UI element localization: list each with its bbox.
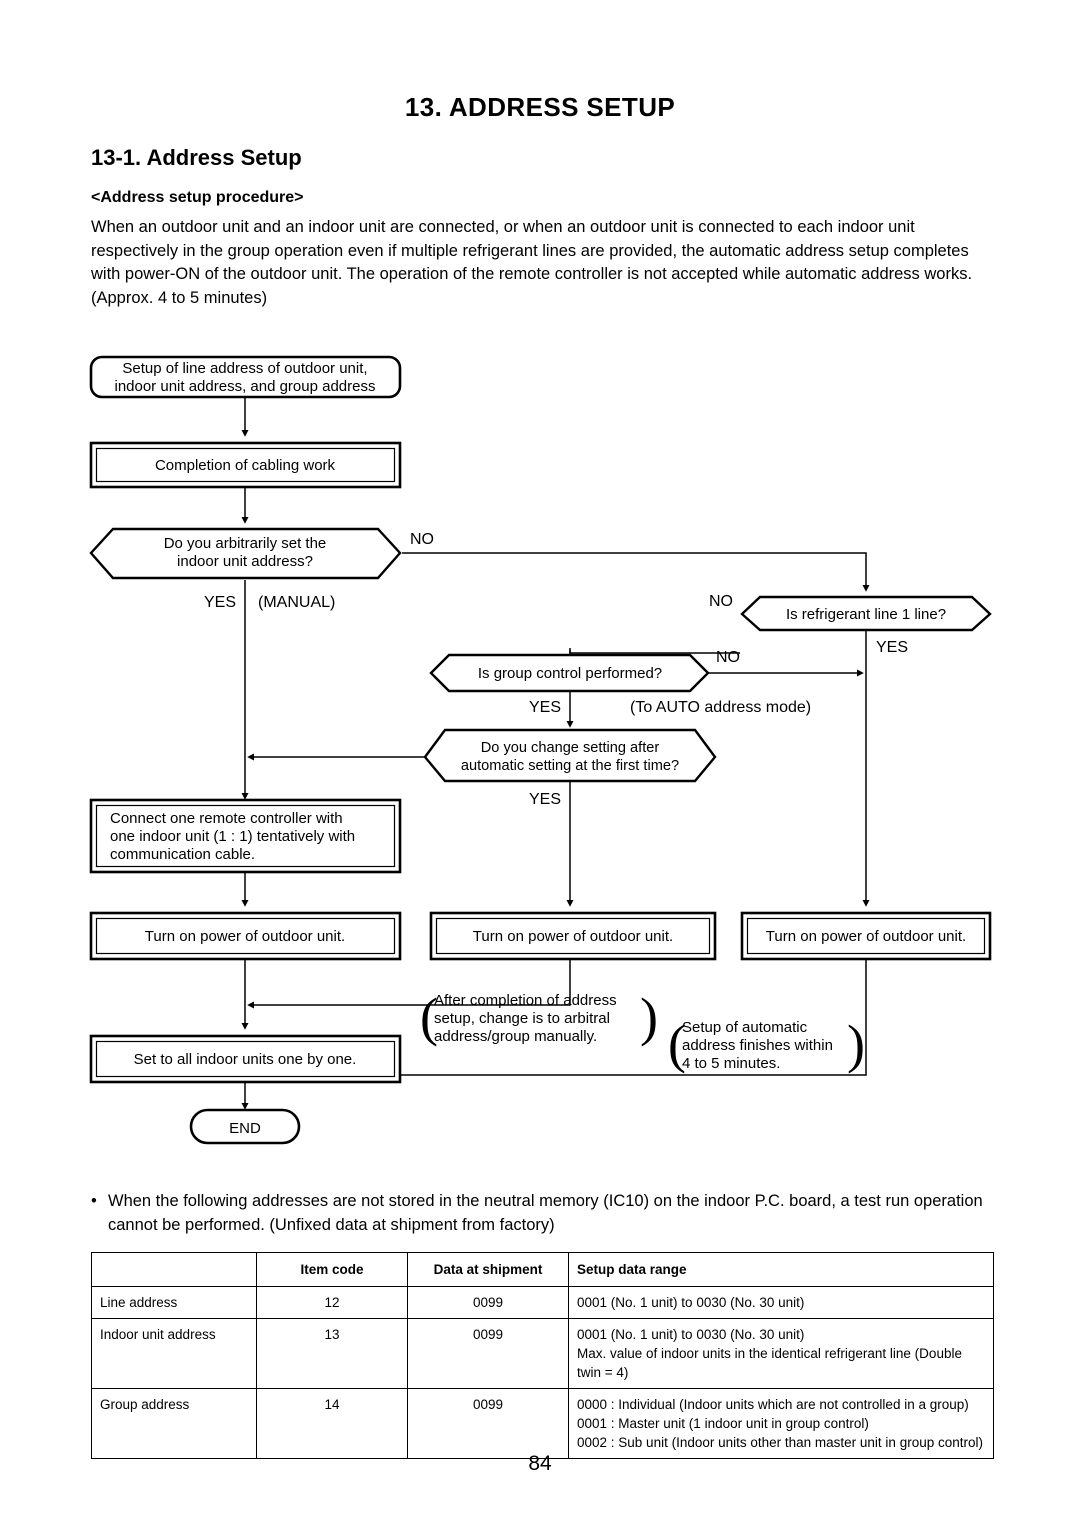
row-data-at-shipment: 0099 — [407, 1318, 569, 1389]
edge-label-group-yes: YES — [529, 699, 561, 716]
table-header-item-code: Item code — [256, 1252, 408, 1287]
edge-label-auto-mode: (To AUTO address mode) — [630, 699, 811, 716]
table-row: Group address 14 0099 0000 : Individual … — [91, 1388, 994, 1459]
footnote-text: When the following addresses are not sto… — [108, 1192, 983, 1234]
table-header-row: Item code Data at shipment Setup data ra… — [91, 1252, 994, 1287]
annotation-manual-line3: address/group manually. — [434, 1028, 597, 1045]
edge-label-refrigerant-no: NO — [709, 593, 733, 610]
range-line: 0001 (No. 1 unit) to 0030 (No. 30 unit) — [577, 1295, 805, 1310]
row-data-at-shipment: 0099 — [407, 1388, 569, 1459]
row-setup-data-range: 0001 (No. 1 unit) to 0030 (No. 30 unit) — [568, 1286, 994, 1319]
row-label: Indoor unit address — [91, 1318, 257, 1389]
flow-node-connect-remote-controller: Connect one remote controller with one i… — [89, 798, 402, 874]
flow-node-power-mid: Turn on power of outdoor unit. — [429, 911, 717, 961]
flow-node-arbitrary-line1: Do you arbitrarily set the — [164, 535, 327, 552]
flow-node-end: END — [189, 1108, 301, 1145]
document-page: 13. ADDRESS SETUP 13-1. Address Setup <A… — [0, 0, 1080, 1525]
intro-paragraph: When an outdoor unit and an indoor unit … — [91, 218, 973, 307]
edge-label-change-yes: YES — [529, 791, 561, 808]
flow-node-set-all-label: Set to all indoor units one by one. — [134, 1051, 357, 1068]
edge-arbitrary-no — [402, 552, 870, 592]
flow-node-power-right: Turn on power of outdoor unit. — [740, 911, 992, 961]
row-label: Group address — [91, 1388, 257, 1459]
flow-node-cabling: Completion of cabling work — [89, 441, 402, 489]
range-line: 0001 (No. 1 unit) to 0030 (No. 30 unit) — [577, 1327, 805, 1342]
edge-refrigerant-no-seg — [569, 650, 740, 654]
footnote-block: • When the following addresses are not s… — [91, 1190, 996, 1237]
flow-node-power-right-label: Turn on power of outdoor unit. — [766, 928, 966, 945]
table-header-setup-data-range: Setup data range — [568, 1252, 994, 1287]
flow-node-decision-change: Do you change setting after automatic se… — [423, 728, 717, 783]
edge-label-refrigerant-yes: YES — [876, 639, 908, 656]
flow-node-change-line2: automatic setting at the first time? — [461, 758, 679, 774]
flow-node-arbitrary-line2: indoor unit address? — [177, 553, 313, 570]
page-number: 84 — [528, 1452, 552, 1475]
bullet-marker: • — [91, 1192, 97, 1210]
flow-node-power-mid-label: Turn on power of outdoor unit. — [473, 928, 673, 945]
edge-label-manual: (MANUAL) — [258, 594, 335, 611]
row-item-code: 13 — [256, 1318, 408, 1389]
flow-node-connect-line1: Connect one remote controller with — [110, 810, 343, 827]
address-setup-flowchart: Setup of line address of outdoor unit, i… — [0, 340, 1080, 1160]
subsection-title: <Address setup procedure> — [91, 189, 304, 206]
flow-node-connect-line3: communication cable. — [110, 846, 255, 863]
flow-node-decision-group: Is group control performed? — [429, 653, 710, 693]
flow-node-decision-arbitrary: Do you arbitrarily set the indoor unit a… — [89, 527, 402, 580]
annotation-manual-line1: After completion of address — [434, 992, 617, 1009]
flow-node-connect-line2: one indoor unit (1 : 1) tentatively with — [110, 828, 355, 845]
annotation-auto-line2: address finishes within — [682, 1037, 833, 1054]
flow-node-set-all: Set to all indoor units one by one. — [89, 1034, 402, 1084]
annotation-auto-line1: Setup of automatic — [682, 1019, 808, 1036]
flow-node-start-line1: Setup of line address of outdoor unit, — [122, 360, 367, 377]
address-data-table: Item code Data at shipment Setup data ra… — [91, 1252, 994, 1459]
edge-label-arbitrary-no: NO — [410, 531, 434, 548]
flow-node-decision-refrigerant: Is refrigerant line 1 line? — [740, 595, 992, 632]
table-header-blank — [91, 1252, 257, 1287]
flow-node-refrigerant-label: Is refrigerant line 1 line? — [786, 606, 946, 623]
flow-node-power-left-label: Turn on power of outdoor unit. — [145, 928, 345, 945]
annotation-manual-line2: setup, change is to arbitral — [434, 1010, 610, 1027]
edge-label-arbitrary-yes: YES — [204, 594, 236, 611]
range-line: 0000 : Individual (Indoor units which ar… — [577, 1397, 969, 1412]
row-setup-data-range: 0000 : Individual (Indoor units which ar… — [568, 1388, 994, 1459]
row-data-at-shipment: 0099 — [407, 1286, 569, 1319]
flow-node-power-left: Turn on power of outdoor unit. — [89, 911, 402, 961]
annotation-manual-note: ( ) After completion of address setup, c… — [420, 987, 658, 1047]
paren-close-left: ) — [640, 987, 658, 1047]
flow-node-change-line1: Do you change setting after — [481, 740, 660, 756]
flow-node-start: Setup of line address of outdoor unit, i… — [89, 355, 402, 399]
flow-node-start-line2: indoor unit address, and group address — [114, 378, 375, 395]
row-setup-data-range: 0001 (No. 1 unit) to 0030 (No. 30 unit) … — [568, 1318, 994, 1389]
row-item-code: 12 — [256, 1286, 408, 1319]
paren-close-right: ) — [847, 1014, 865, 1074]
range-line: Max. value of indoor units in the identi… — [577, 1346, 962, 1380]
annotation-auto-line3: 4 to 5 minutes. — [682, 1055, 780, 1072]
range-line: 0001 : Master unit (1 indoor unit in gro… — [577, 1416, 869, 1431]
edge-label-group-no: NO — [716, 649, 740, 666]
row-item-code: 14 — [256, 1388, 408, 1459]
flow-node-cabling-label: Completion of cabling work — [155, 457, 336, 474]
table-row: Line address 12 0099 0001 (No. 1 unit) t… — [91, 1286, 994, 1319]
row-label: Line address — [91, 1286, 257, 1319]
section-title: 13-1. Address Setup — [91, 145, 302, 170]
flow-node-end-label: END — [229, 1120, 261, 1137]
flow-node-group-label: Is group control performed? — [478, 665, 662, 682]
table-header-data-at-shipment: Data at shipment — [407, 1252, 569, 1287]
annotation-auto-note: ( ) Setup of automatic address finishes … — [668, 1014, 865, 1074]
table-row: Indoor unit address 13 0099 0001 (No. 1 … — [91, 1318, 994, 1389]
range-line: 0002 : Sub unit (Indoor units other than… — [577, 1435, 983, 1450]
chapter-title: 13. ADDRESS SETUP — [404, 92, 676, 122]
